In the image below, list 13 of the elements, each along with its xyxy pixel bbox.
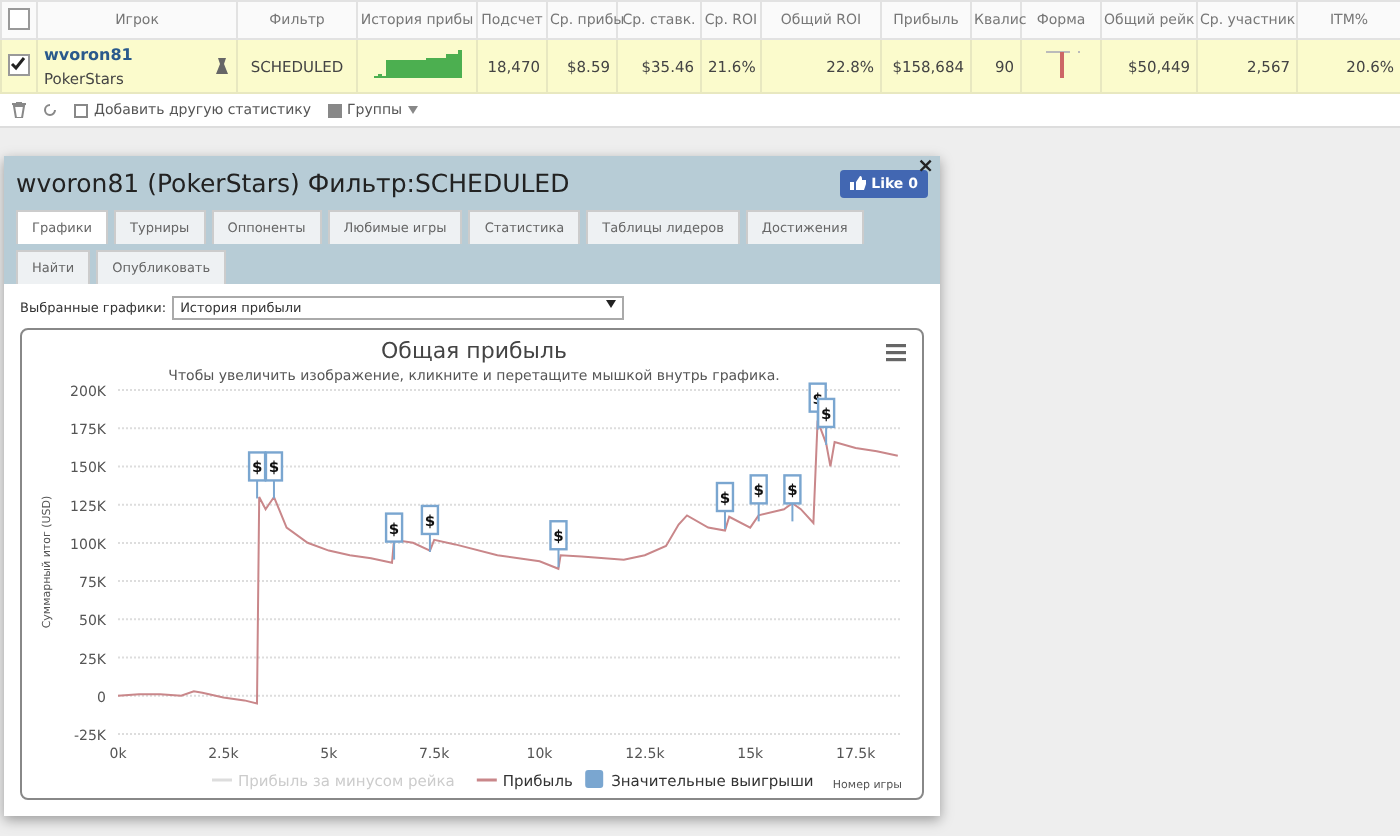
square-icon xyxy=(74,103,88,117)
profit-sparkline xyxy=(373,50,461,78)
dialog-title: wvoron81 (PokerStars) Фильтр:SCHEDULED xyxy=(16,168,570,198)
player-name[interactable]: wvoron81 xyxy=(44,45,133,63)
header-checkbox[interactable] xyxy=(8,7,30,29)
menu-icon[interactable] xyxy=(886,344,906,362)
thumbs-up-icon xyxy=(849,176,866,190)
caret-icon xyxy=(606,300,617,308)
trash-icon[interactable] xyxy=(12,102,26,118)
refresh-icon[interactable] xyxy=(42,102,58,118)
chart-title: Общая прибыль xyxy=(381,338,567,364)
caret-icon xyxy=(408,106,419,114)
row-checkbox[interactable] xyxy=(8,53,30,75)
